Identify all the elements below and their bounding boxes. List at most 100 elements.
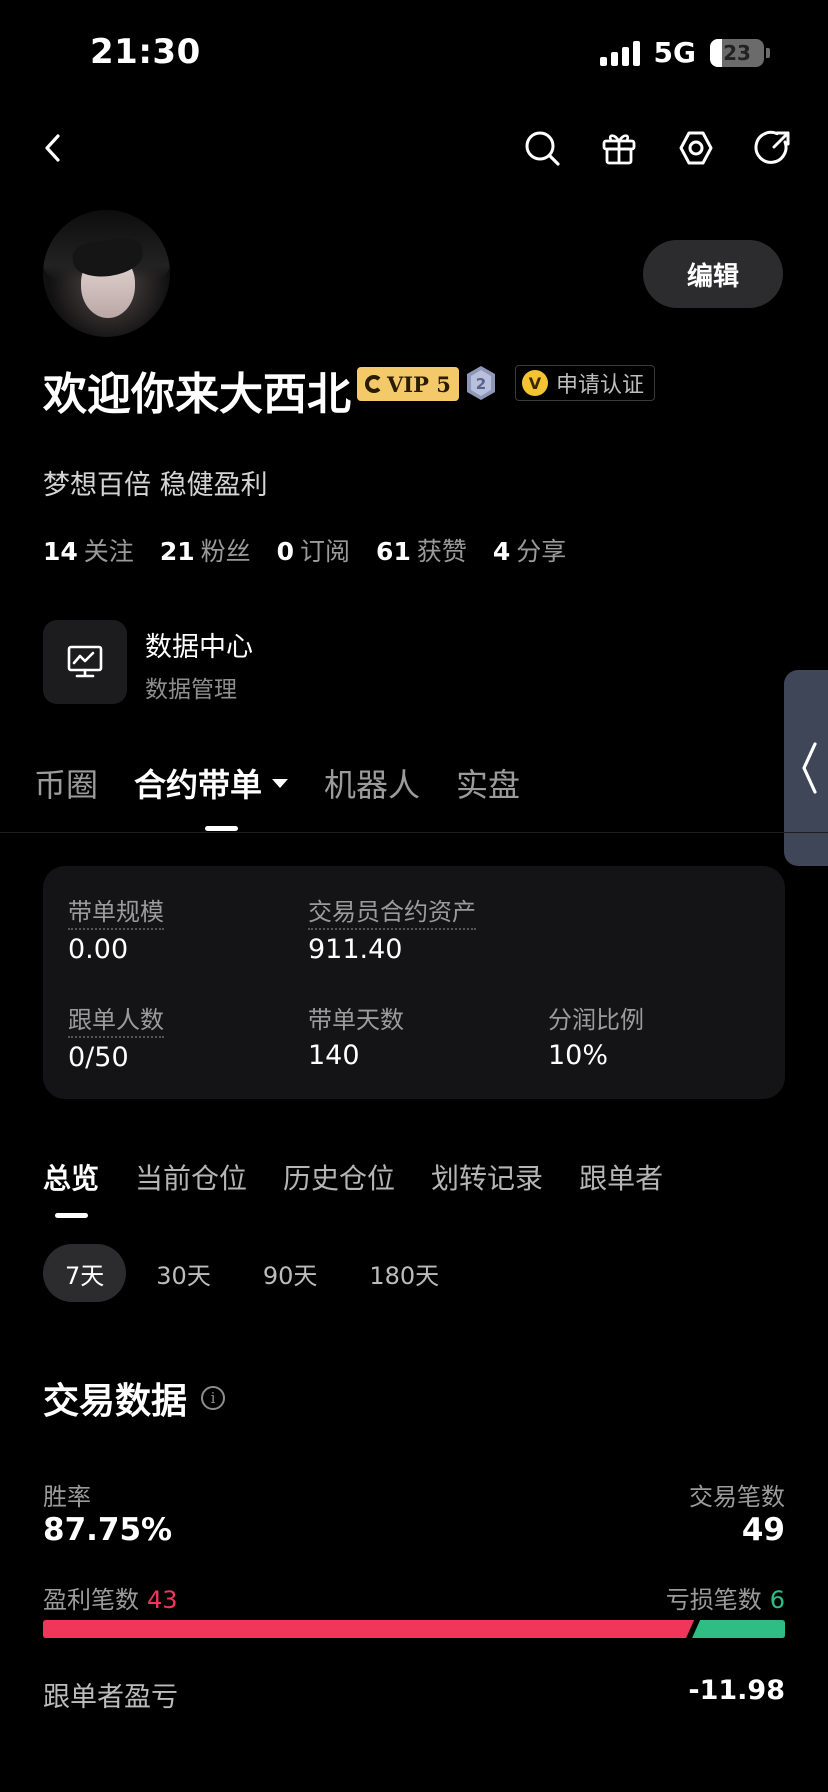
tab-bots[interactable]: 机器人: [324, 760, 420, 806]
stat-label: 订阅: [300, 537, 351, 566]
summary-label[interactable]: 带单规模: [68, 892, 164, 930]
range-90d[interactable]: 90天: [241, 1244, 340, 1302]
network-type: 5G: [653, 36, 696, 69]
data-center-subtitle: 数据管理: [145, 677, 237, 703]
loss-count-value: 6: [769, 1586, 785, 1614]
battery-icon: 23: [710, 38, 770, 67]
divider: [0, 832, 828, 833]
battery-level: 23: [723, 40, 751, 65]
status-time: 21:30: [90, 32, 201, 72]
summary-value: 0.00: [68, 934, 129, 965]
settings-button[interactable]: [674, 126, 718, 170]
status-bar-right: 5G 23: [599, 36, 770, 69]
stat-fans[interactable]: 21 粉丝: [160, 532, 251, 568]
time-range-selector: 7天 30天 90天 180天: [43, 1244, 461, 1302]
summary-value: 911.40: [308, 934, 403, 965]
vip-badge[interactable]: VIP 5: [357, 367, 459, 401]
tab-copy-trading[interactable]: 合约带单: [134, 760, 289, 806]
profit-segment: [43, 1620, 695, 1638]
data-center-button[interactable]: [43, 620, 127, 704]
stat-label: 粉丝: [200, 537, 251, 566]
summary-assets: 交易员合约资产 911.40: [308, 892, 476, 965]
stat-label: 获赞: [416, 537, 467, 566]
loss-count-label: 亏损笔数: [665, 1586, 762, 1614]
data-center-title[interactable]: 数据中心: [145, 625, 253, 664]
tab-transfer-records[interactable]: 划转记录: [431, 1157, 543, 1197]
summary-scale: 带单规模 0.00: [68, 892, 164, 965]
caret-down-icon: [272, 778, 289, 788]
summary-value: 140: [308, 1040, 360, 1071]
vip-label: VIP 5: [387, 371, 451, 397]
summary-label[interactable]: 交易员合约资产: [308, 892, 476, 930]
win-rate-value: 87.75%: [43, 1512, 173, 1548]
stat-num: 14: [43, 537, 78, 566]
signal-icon: [599, 40, 640, 66]
trade-count-value: 49: [741, 1512, 785, 1548]
gift-button[interactable]: [597, 126, 641, 170]
range-7d[interactable]: 7天: [43, 1244, 127, 1302]
monitor-chart-icon: [67, 645, 103, 678]
summary-label[interactable]: 跟单人数: [68, 1000, 164, 1038]
side-drawer-handle[interactable]: [784, 670, 828, 866]
summary-days: 带单天数 140: [308, 1000, 404, 1071]
share-icon: [754, 130, 790, 164]
gift-icon: [602, 134, 636, 165]
profile-stats: 14 关注 21 粉丝 0 订阅 61 获赞 4 分享: [43, 532, 566, 568]
level-number: 2: [476, 375, 486, 393]
stat-num: 21: [159, 537, 195, 566]
active-tab-indicator: [205, 826, 238, 831]
sub-tabs: 总览 当前仓位 历史仓位 划转记录 跟单者: [43, 1157, 663, 1197]
summary-profit-share: 分润比例 10%: [548, 1000, 644, 1071]
search-icon: [525, 131, 560, 166]
tab-coin-circle[interactable]: 币圈: [34, 760, 98, 806]
stat-shares[interactable]: 4 分享: [493, 532, 566, 568]
profit-count-label: 盈利笔数: [43, 1586, 139, 1614]
range-180d[interactable]: 180天: [347, 1244, 461, 1302]
summary-value: 10%: [548, 1040, 609, 1071]
stat-num: 4: [492, 537, 511, 566]
follower-pnl-value: -11.98: [688, 1675, 785, 1706]
avatar[interactable]: [43, 210, 170, 337]
range-30d[interactable]: 30天: [134, 1244, 233, 1302]
chevron-left-icon: [802, 742, 817, 794]
trading-data-heading: 交易数据 i: [43, 1372, 226, 1424]
loss-count: 亏损笔数 6: [666, 1580, 785, 1615]
profit-count-value: 43: [147, 1586, 178, 1614]
stat-likes[interactable]: 61 获赞: [376, 532, 467, 568]
stat-following[interactable]: 14 关注: [43, 532, 134, 568]
search-button[interactable]: [520, 126, 564, 170]
section-title: 交易数据: [43, 1381, 188, 1422]
back-button[interactable]: [30, 126, 74, 170]
apply-verification-button[interactable]: V 申请认证: [515, 365, 656, 401]
profit-loss-ratio-bar: [43, 1620, 785, 1638]
stat-label: 分享: [516, 537, 567, 566]
info-icon[interactable]: i: [201, 1386, 226, 1410]
chevron-left-icon: [45, 134, 60, 162]
edit-profile-button[interactable]: 编辑: [643, 240, 783, 308]
verify-label: 申请认证: [556, 373, 645, 398]
share-button[interactable]: [751, 126, 795, 170]
stat-num: 0: [276, 537, 295, 566]
tab-live[interactable]: 实盘: [456, 760, 520, 806]
profit-count: 盈利笔数 43: [43, 1580, 178, 1615]
summary-label: 分润比例: [548, 1006, 644, 1034]
summary-value: 0/50: [68, 1042, 129, 1073]
win-rate-label: 胜率: [43, 1483, 91, 1511]
follower-pnl-label: 跟单者盈亏: [43, 1682, 178, 1713]
verified-v-icon: V: [522, 370, 548, 396]
active-subtab-indicator: [55, 1213, 88, 1218]
tab-copy-trading-label: 合约带单: [134, 766, 263, 804]
loss-segment: [692, 1620, 785, 1638]
tab-followers[interactable]: 跟单者: [579, 1157, 663, 1197]
trade-count-label: 交易笔数: [689, 1483, 785, 1511]
bio: 梦想百倍 稳健盈利: [43, 470, 268, 501]
level-badge-icon[interactable]: 2: [466, 365, 496, 401]
username: 欢迎你来大西北: [43, 369, 351, 420]
tab-position-history[interactable]: 历史仓位: [283, 1157, 395, 1197]
tab-current-positions[interactable]: 当前仓位: [135, 1157, 247, 1197]
stat-subscriptions[interactable]: 0 订阅: [277, 532, 350, 568]
copy-trading-summary-card: 带单规模 0.00 交易员合约资产 911.40 跟单人数 0/50 带单天数 …: [43, 866, 785, 1099]
tab-overview[interactable]: 总览: [43, 1157, 99, 1197]
summary-label: 带单天数: [308, 1006, 404, 1034]
vip-logo-icon: [365, 375, 383, 393]
